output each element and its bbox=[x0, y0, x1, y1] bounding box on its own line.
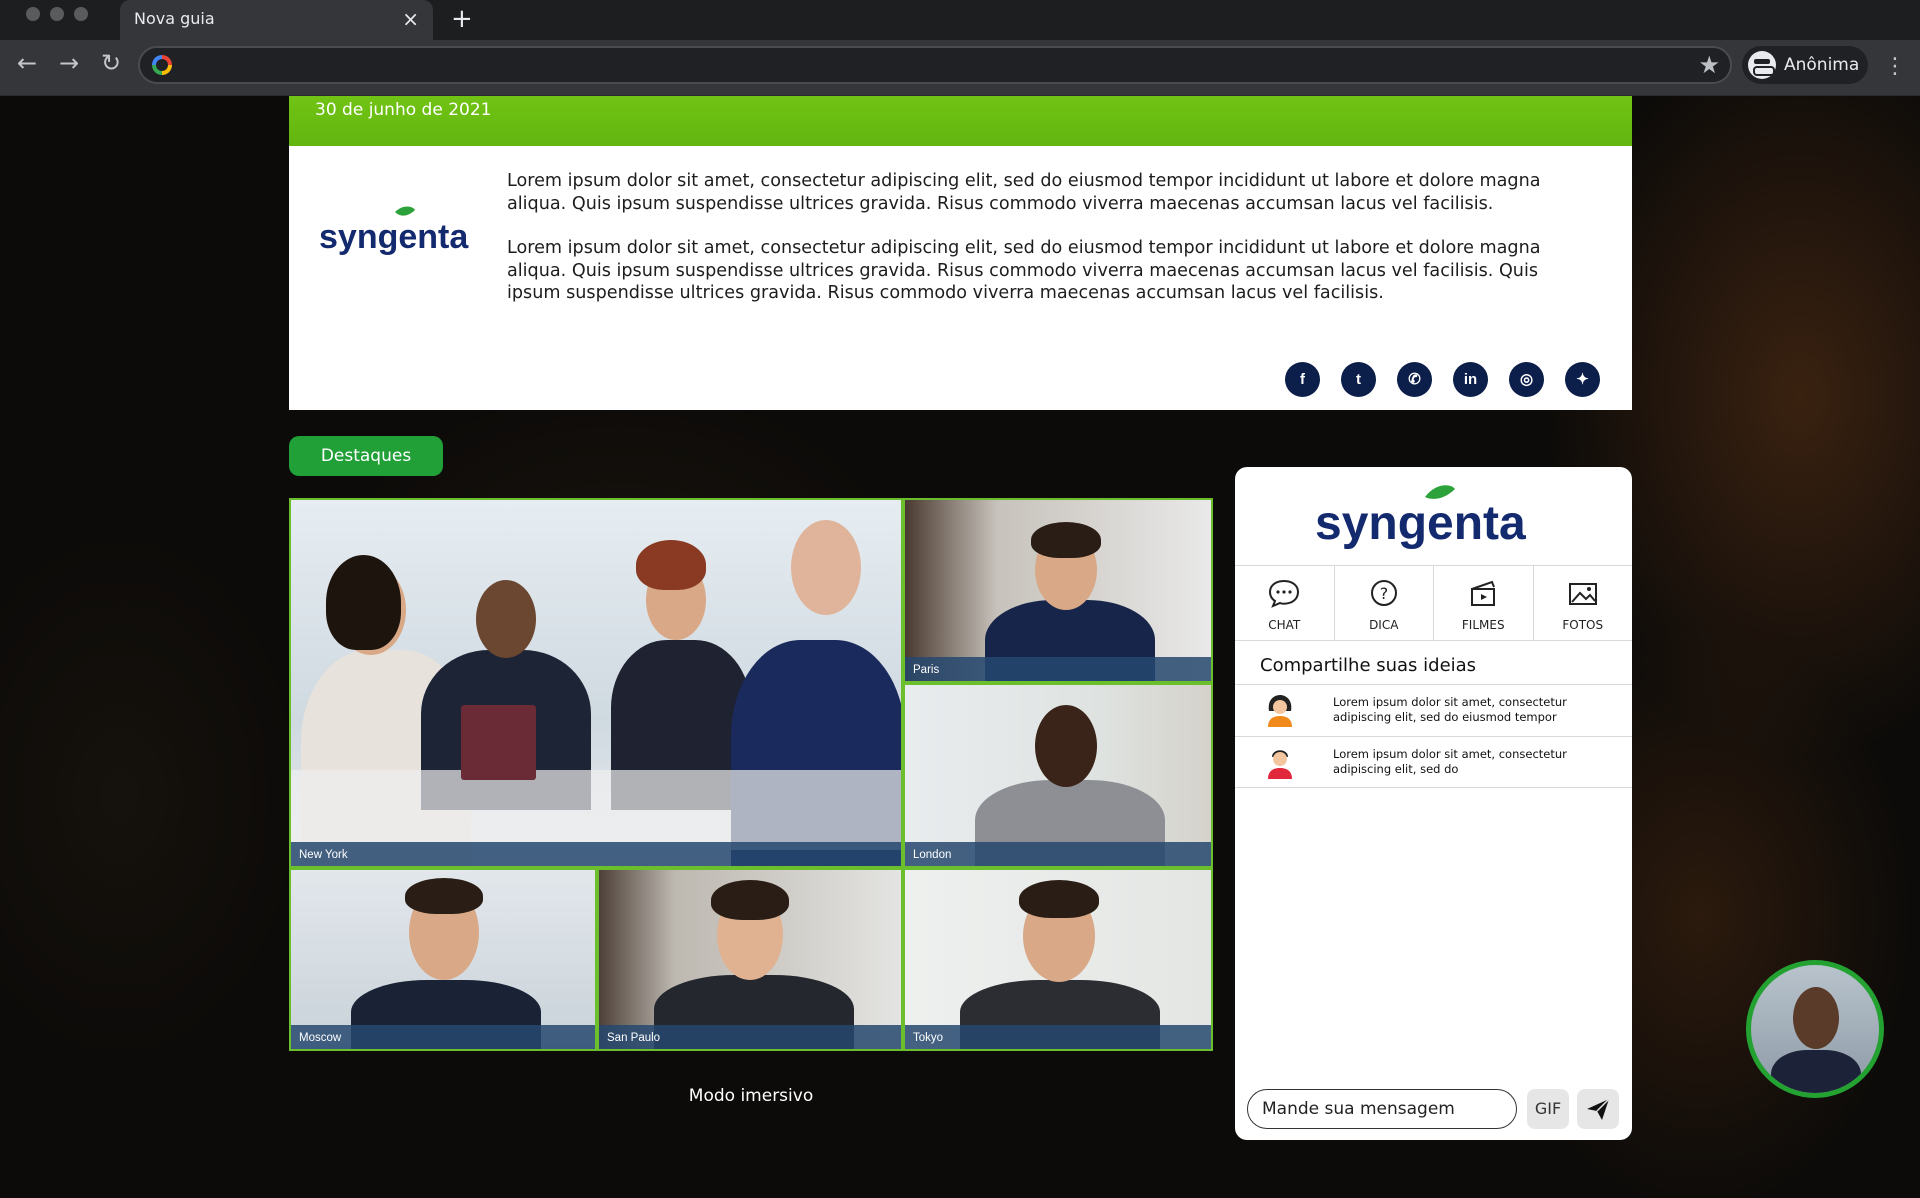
laptop bbox=[461, 705, 536, 780]
table bbox=[291, 770, 901, 850]
event-description: Lorem ipsum dolor sit amet, consectetur … bbox=[507, 170, 1587, 327]
forward-icon[interactable]: → bbox=[54, 48, 84, 78]
linkedin-icon[interactable]: in bbox=[1453, 362, 1488, 397]
chat-messages: Lorem ipsum dolor sit amet, consectetur … bbox=[1235, 684, 1632, 788]
tile-location-label: London bbox=[905, 842, 1211, 866]
immersive-mode-label: Modo imersivo bbox=[688, 1086, 814, 1106]
syngenta-logo: syngenta bbox=[1315, 481, 1555, 565]
send-icon bbox=[1587, 1098, 1610, 1120]
description-paragraph: Lorem ipsum dolor sit amet, consectetur … bbox=[507, 238, 1541, 303]
svg-text:?: ? bbox=[1380, 584, 1389, 603]
description-paragraph: Lorem ipsum dolor sit amet, consectetur … bbox=[507, 171, 1541, 214]
video-tile[interactable]: London bbox=[903, 683, 1213, 868]
chat-message: Lorem ipsum dolor sit amet, consectetur … bbox=[1235, 684, 1632, 736]
video-tile[interactable]: Moscow bbox=[289, 868, 597, 1051]
chat-title: Compartilhe suas ideias bbox=[1260, 655, 1477, 676]
incognito-profile-button[interactable]: Anônima bbox=[1742, 46, 1868, 84]
syngenta-logo: syngenta bbox=[317, 204, 477, 268]
participant bbox=[476, 580, 536, 658]
google-icon bbox=[152, 55, 172, 75]
back-icon[interactable]: ← bbox=[12, 48, 42, 78]
instagram-icon[interactable]: ◎ bbox=[1509, 362, 1544, 397]
male-avatar-icon bbox=[1265, 745, 1295, 785]
chat-message: Lorem ipsum dolor sit amet, consectetur … bbox=[1235, 736, 1632, 788]
tab-label: FOTOS bbox=[1562, 618, 1604, 632]
new-tab-icon[interactable]: + bbox=[451, 2, 473, 36]
profile-label: Anônima bbox=[1784, 55, 1860, 75]
message-text: Lorem ipsum dolor sit amet, consectetur … bbox=[1333, 695, 1567, 724]
twitter-icon[interactable]: ✦ bbox=[1565, 362, 1600, 397]
participant bbox=[1035, 705, 1097, 787]
self-video-bubble[interactable] bbox=[1746, 960, 1884, 1098]
tab-dica[interactable]: ? DICA bbox=[1335, 566, 1434, 640]
photo-icon bbox=[1566, 578, 1600, 612]
tab-fotos[interactable]: FOTOS bbox=[1534, 566, 1633, 640]
logo-wordmark: syngenta bbox=[319, 218, 469, 256]
tile-location-label: Moscow bbox=[291, 1025, 595, 1049]
social-links: f t ✆ in ◎ ✦ bbox=[1285, 362, 1600, 397]
address-bar[interactable]: ★ bbox=[138, 46, 1732, 84]
chat-bubble-icon bbox=[1267, 578, 1301, 612]
video-tile[interactable]: Tokyo bbox=[903, 868, 1213, 1051]
question-icon: ? bbox=[1369, 578, 1399, 612]
video-tile[interactable]: Paris bbox=[903, 498, 1213, 683]
tab-close-icon[interactable]: × bbox=[402, 0, 419, 38]
tab-label: DICA bbox=[1369, 618, 1399, 632]
browser-toolbar: ← → ↻ ★ Anônima ⋮ bbox=[0, 40, 1920, 96]
logo-wordmark: syngenta bbox=[1315, 497, 1526, 550]
event-date-bar: 30 de junho de 2021 bbox=[289, 96, 1632, 146]
facebook-icon[interactable]: f bbox=[1285, 362, 1320, 397]
destaques-button[interactable]: Destaques bbox=[289, 436, 443, 476]
tumblr-icon[interactable]: t bbox=[1341, 362, 1376, 397]
gif-button[interactable]: GIF bbox=[1527, 1089, 1569, 1129]
video-grid: New York Paris London Moscow San Paulo T… bbox=[289, 498, 1213, 1106]
tab-title: Nova guia bbox=[134, 9, 215, 28]
info-panel: syngenta Lorem ipsum dolor sit amet, con… bbox=[289, 146, 1632, 410]
clapperboard-icon bbox=[1468, 578, 1498, 612]
participant bbox=[791, 520, 861, 615]
minimize-window-icon[interactable] bbox=[50, 7, 64, 21]
participant bbox=[1793, 987, 1839, 1049]
send-button[interactable] bbox=[1577, 1089, 1619, 1129]
tab-filmes[interactable]: FILMES bbox=[1434, 566, 1534, 640]
tile-location-label: Tokyo bbox=[905, 1025, 1211, 1049]
browser-menu-icon[interactable]: ⋮ bbox=[1884, 52, 1906, 82]
whatsapp-icon[interactable]: ✆ bbox=[1397, 362, 1432, 397]
maximize-window-icon[interactable] bbox=[74, 7, 88, 21]
browser-tab-bar: Nova guia × + bbox=[0, 0, 1920, 40]
female-avatar-icon bbox=[1265, 693, 1295, 733]
chat-tab-bar: CHAT ? DICA FILMES FOTOS bbox=[1235, 565, 1632, 641]
tile-location-label: Paris bbox=[905, 657, 1211, 681]
tile-location-label: San Paulo bbox=[599, 1025, 901, 1049]
tile-location-label: New York bbox=[291, 842, 901, 866]
reload-icon[interactable]: ↻ bbox=[96, 48, 126, 78]
message-input[interactable] bbox=[1247, 1089, 1517, 1129]
tab-chat[interactable]: CHAT bbox=[1235, 566, 1335, 640]
bookmark-star-icon[interactable]: ★ bbox=[1698, 50, 1720, 80]
message-text: Lorem ipsum dolor sit amet, consectetur … bbox=[1333, 747, 1567, 776]
video-tile[interactable]: New York bbox=[289, 498, 903, 868]
video-tile[interactable]: San Paulo bbox=[597, 868, 903, 1051]
browser-tab[interactable]: Nova guia × bbox=[120, 0, 433, 40]
close-window-icon[interactable] bbox=[26, 7, 40, 21]
chat-panel: syngenta CHAT ? DICA FILMES FOTOS Compar… bbox=[1235, 467, 1632, 1140]
tab-label: FILMES bbox=[1461, 618, 1505, 632]
incognito-icon bbox=[1748, 51, 1776, 79]
event-date: 30 de junho de 2021 bbox=[315, 100, 492, 120]
tab-label: CHAT bbox=[1268, 618, 1301, 632]
